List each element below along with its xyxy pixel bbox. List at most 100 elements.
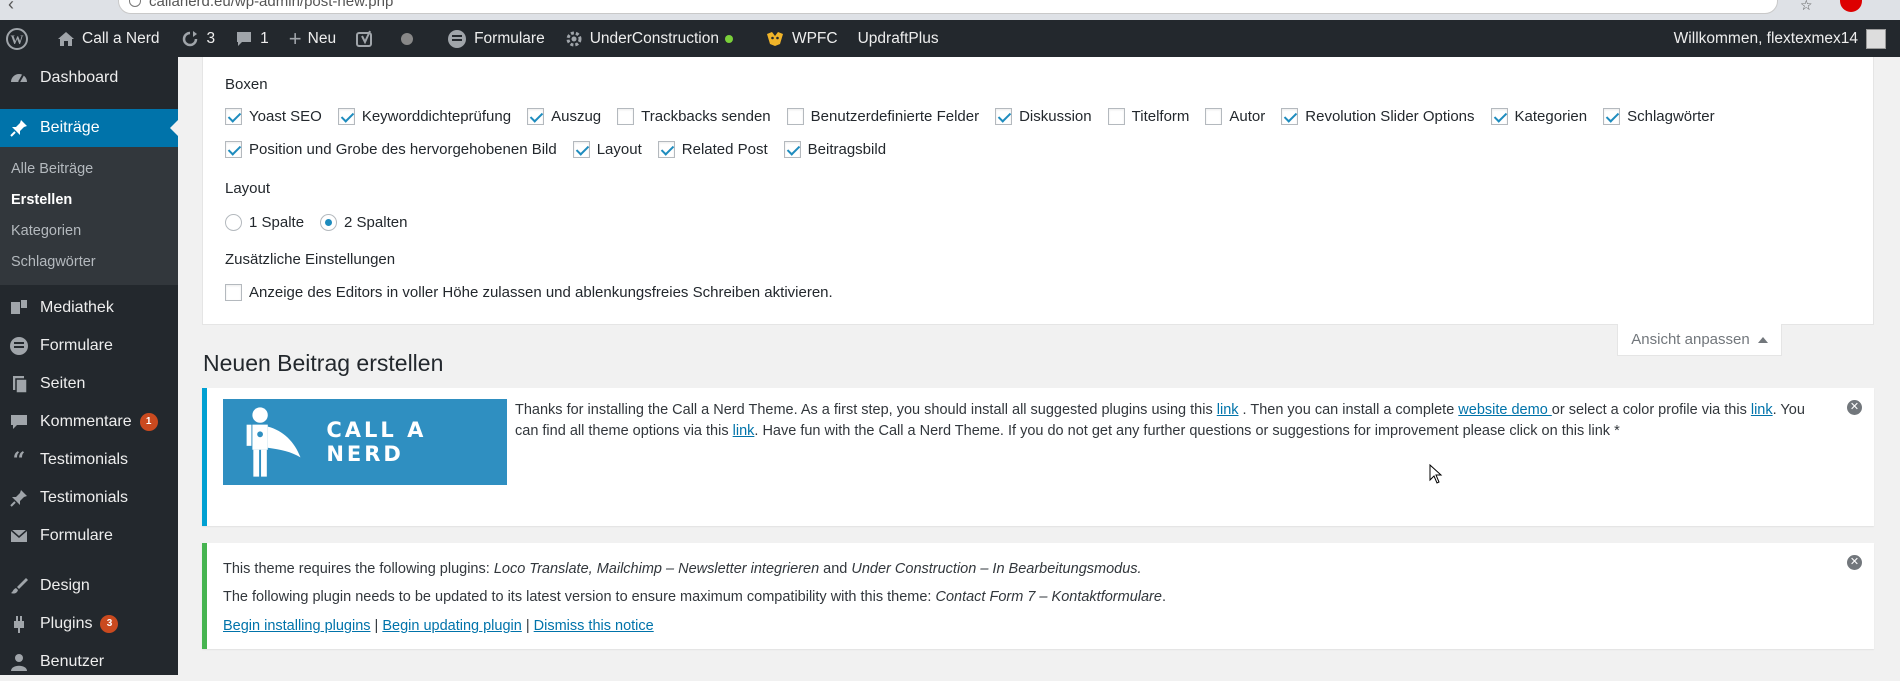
checkbox-yoast-seo[interactable]: Yoast SEO: [225, 108, 322, 125]
wpfc-link[interactable]: WPFC: [743, 20, 848, 57]
checkbox-layout[interactable]: Layout: [572, 141, 642, 158]
sidebar-sub-alle-beitraege[interactable]: Alle Beiträge: [0, 153, 178, 184]
checkbox-related-post[interactable]: Related Post: [657, 141, 768, 158]
checkbox-box[interactable]: [786, 108, 804, 125]
call-a-nerd-banner: CALL A NERD: [223, 399, 507, 485]
sidebar-item-kommentare[interactable]: Kommentare 1: [0, 403, 178, 441]
sidebar-item-dashboard[interactable]: Dashboard: [0, 59, 178, 97]
sidebar-item-formulare-1[interactable]: Formulare: [0, 327, 178, 365]
checkbox-trackbacks[interactable]: Trackbacks senden: [617, 108, 771, 125]
checkbox-box[interactable]: [995, 108, 1013, 125]
checkbox-label: Trackbacks senden: [641, 108, 771, 125]
checkbox-box[interactable]: [527, 108, 545, 125]
checkbox-editor-full-height[interactable]: Anzeige des Editors in voller Höhe zulas…: [225, 284, 833, 301]
checkbox-box[interactable]: [657, 141, 675, 158]
checkbox-titelform[interactable]: Titelform: [1107, 108, 1189, 125]
back-arrow-icon[interactable]: ‹: [8, 0, 14, 15]
checkbox-box[interactable]: [1603, 108, 1621, 125]
sidebar-item-plugins[interactable]: Plugins 3: [0, 605, 178, 643]
checkbox-benutzerdefinierte-felder[interactable]: Benutzerdefinierte Felder: [786, 108, 980, 125]
radio-1-spalte[interactable]: 1 Spalte: [225, 214, 304, 231]
checkbox-box[interactable]: [1281, 108, 1299, 125]
sidebar-item-design[interactable]: Design: [0, 567, 178, 605]
formulare-link[interactable]: Formulare: [423, 20, 555, 57]
sidebar-sub-erstellen[interactable]: Erstellen: [0, 184, 178, 215]
checkbox-box[interactable]: [225, 141, 242, 158]
sidebar-sub-schlagwoerter[interactable]: Schlagwörter: [0, 246, 178, 277]
theme-options-link[interactable]: link: [733, 423, 755, 439]
info-icon[interactable]: [129, 0, 141, 7]
checkbox-keyworddichte[interactable]: Keyworddichteprüfung: [337, 108, 511, 125]
color-profile-link[interactable]: link: [1751, 402, 1773, 418]
underconstruction-link[interactable]: UnderConstruction: [555, 20, 743, 57]
sidebar-item-formulare-2[interactable]: Formulare: [0, 517, 178, 555]
checkbox-position-bild[interactable]: Position und Grobe des hervorgehobenen B…: [225, 141, 557, 158]
address-bar[interactable]: callanerd.eu/wp-admin/post-new.php: [118, 0, 1778, 14]
sidebar-label-design: Design: [40, 577, 90, 594]
layout-radio-group: 1 Spalte 2 Spalten: [225, 214, 423, 231]
plugin-name: Under Construction – In Bearbeitungsmodu…: [851, 561, 1138, 577]
checkbox-label: Related Post: [681, 141, 768, 158]
theme-welcome-notice: CALL A NERD Thanks for installing the Ca…: [202, 388, 1874, 526]
begin-installing-plugins-link[interactable]: Begin installing plugins: [223, 618, 371, 634]
sidebar-item-seiten[interactable]: Seiten: [0, 365, 178, 403]
extension-icon[interactable]: [1840, 0, 1862, 12]
sidebar-item-testimonials-1[interactable]: “ Testimonials: [0, 441, 178, 479]
checkbox-autor[interactable]: Autor: [1205, 108, 1265, 125]
checkbox-box[interactable]: [337, 108, 355, 125]
checkbox-beitragsbild[interactable]: Beitragsbild: [783, 141, 886, 158]
checkbox-auszug[interactable]: Auszug: [527, 108, 601, 125]
sidebar-item-benutzer[interactable]: Benutzer: [0, 643, 178, 681]
close-icon[interactable]: ✕: [1847, 555, 1862, 570]
mouse-cursor-icon: [1429, 464, 1443, 484]
yoast-link[interactable]: [346, 20, 391, 57]
website-demo-link[interactable]: website demo: [1458, 402, 1552, 418]
sidebar-item-beitraege[interactable]: Beiträge: [0, 109, 178, 147]
radio-circle[interactable]: [225, 214, 242, 231]
updraftplus-link[interactable]: UpdraftPlus: [848, 20, 949, 57]
checkbox-box[interactable]: [1107, 108, 1125, 125]
checkbox-label: Diskussion: [1019, 108, 1092, 125]
begin-updating-plugin-link[interactable]: Begin updating plugin: [382, 618, 521, 634]
wordpress-logo-icon[interactable]: W: [0, 20, 47, 57]
checkbox-revolution-slider[interactable]: Revolution Slider Options: [1281, 108, 1475, 125]
radio-2-spalten[interactable]: 2 Spalten: [320, 214, 407, 231]
checkbox-box[interactable]: [783, 141, 801, 158]
brush-icon: [8, 575, 30, 597]
extra-settings-row: Anzeige des Editors in voller Höhe zulas…: [225, 284, 849, 301]
message-text: Thanks for installing the Call a Nerd Th…: [515, 402, 1217, 418]
pin-icon: [8, 117, 30, 139]
radio-circle[interactable]: [320, 214, 338, 231]
checkbox-box[interactable]: [225, 108, 242, 125]
screen-options-toggle-button[interactable]: Ansicht anpassen: [1617, 324, 1782, 356]
comment-icon: [237, 31, 252, 46]
comments-link[interactable]: 1: [225, 20, 279, 57]
radio-label: 1 Spalte: [249, 214, 305, 231]
comments-badge: 1: [139, 413, 158, 431]
checkbox-label: Benutzerdefinierte Felder: [810, 108, 980, 125]
status-circle[interactable]: [391, 20, 423, 57]
checkbox-schlagwoerter[interactable]: Schlagwörter: [1603, 108, 1715, 125]
checkbox-box[interactable]: [572, 141, 590, 158]
checkbox-diskussion[interactable]: Diskussion: [995, 108, 1092, 125]
my-account-link[interactable]: Willkommen, flextexmex14: [1674, 28, 1900, 49]
sidebar-label-seiten: Seiten: [40, 375, 86, 392]
checkbox-box[interactable]: [225, 284, 242, 301]
checkbox-box[interactable]: [1205, 108, 1223, 125]
sidebar-sub-kategorien[interactable]: Kategorien: [0, 215, 178, 246]
new-content-link[interactable]: + Neu: [279, 20, 346, 57]
boxen-heading: Boxen: [225, 76, 268, 93]
checkbox-box[interactable]: [1490, 108, 1508, 125]
sidebar-item-mediathek[interactable]: Mediathek: [0, 289, 178, 327]
close-icon[interactable]: ✕: [1847, 400, 1862, 415]
checkbox-box[interactable]: [617, 108, 635, 125]
site-name-link[interactable]: Call a Nerd: [47, 20, 170, 57]
dismiss-notice-link[interactable]: Dismiss this notice: [534, 618, 654, 634]
update-plugin-text: The following plugin needs to be updated…: [223, 589, 1166, 605]
updates-link[interactable]: 3: [170, 20, 226, 57]
sidebar-item-testimonials-2[interactable]: Testimonials: [0, 479, 178, 517]
install-plugins-link[interactable]: link: [1217, 402, 1239, 418]
star-icon[interactable]: ☆: [1800, 0, 1813, 14]
avatar: [1866, 28, 1886, 49]
checkbox-kategorien[interactable]: Kategorien: [1490, 108, 1587, 125]
